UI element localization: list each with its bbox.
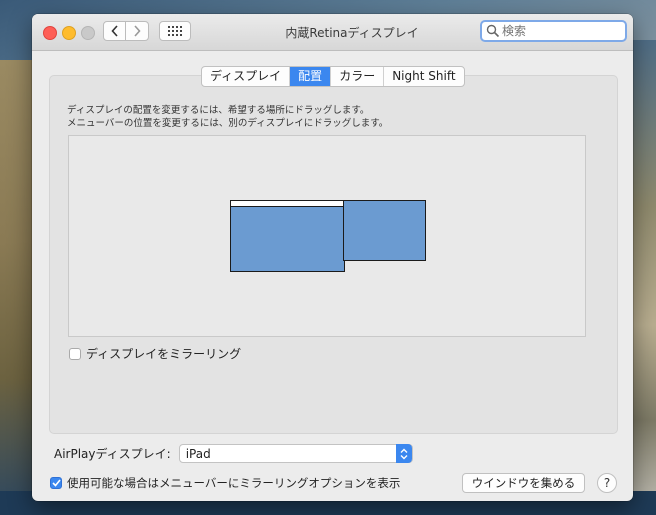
zoom-window-button[interactable] bbox=[81, 26, 95, 40]
arrangement-instructions: ディスプレイの配置を変更するには、希望する場所にドラッグします。 メニューバーの… bbox=[67, 104, 388, 130]
tab-bar: ディスプレイ 配置 カラー Night Shift bbox=[201, 66, 465, 87]
grid-icon bbox=[168, 26, 182, 36]
airplay-selected-value: iPad bbox=[185, 447, 211, 461]
tab-night-shift[interactable]: Night Shift bbox=[384, 67, 463, 86]
airplay-display-row: AirPlayディスプレイ: iPad bbox=[54, 444, 413, 463]
secondary-display-thumbnail[interactable] bbox=[343, 200, 426, 261]
updown-arrows-icon bbox=[395, 444, 412, 463]
chevron-left-icon bbox=[110, 25, 118, 37]
checkmark-icon bbox=[51, 479, 61, 487]
menu-bar-indicator[interactable] bbox=[231, 201, 344, 207]
window-title: 内蔵Retinaディスプレイ bbox=[285, 26, 419, 40]
minimize-window-button[interactable] bbox=[62, 26, 76, 40]
search-input[interactable] bbox=[500, 24, 612, 38]
tab-color[interactable]: カラー bbox=[331, 67, 385, 86]
back-button[interactable] bbox=[103, 21, 126, 41]
mirror-displays-label: ディスプレイをミラーリング bbox=[86, 347, 242, 361]
forward-button[interactable] bbox=[126, 21, 149, 41]
show-mirroring-in-menu-bar-label: 使用可能な場合はメニューバーにミラーリングオプションを表示 bbox=[67, 476, 401, 490]
search-field[interactable] bbox=[480, 20, 627, 42]
chevron-right-icon bbox=[134, 25, 141, 37]
instruction-line-1: ディスプレイの配置を変更するには、希望する場所にドラッグします。 bbox=[67, 105, 370, 116]
mirror-displays-checkbox[interactable] bbox=[69, 347, 81, 360]
tab-arrangement[interactable]: 配置 bbox=[290, 67, 332, 86]
background-cliff-right bbox=[630, 40, 656, 515]
main-display-thumbnail[interactable] bbox=[230, 200, 345, 272]
airplay-display-select[interactable]: iPad bbox=[178, 444, 413, 463]
search-icon bbox=[486, 24, 500, 38]
mirror-displays-option[interactable]: ディスプレイをミラーリング bbox=[69, 345, 241, 362]
gather-windows-button[interactable]: ウインドウを集める bbox=[462, 473, 585, 493]
show-mirroring-in-menu-bar-checkbox[interactable] bbox=[50, 477, 62, 489]
system-preferences-window: 内蔵Retinaディスプレイ ディスプレイ 配置 カラー Night Shift… bbox=[32, 14, 633, 501]
tab-display[interactable]: ディスプレイ bbox=[202, 67, 291, 86]
show-all-button[interactable] bbox=[159, 21, 191, 41]
show-mirroring-in-menu-bar-option[interactable]: 使用可能な場合はメニューバーにミラーリングオプションを表示 bbox=[50, 475, 400, 491]
title-bar: 内蔵Retinaディスプレイ bbox=[32, 14, 633, 51]
display-arrangement-area bbox=[68, 135, 586, 337]
close-window-button[interactable] bbox=[43, 26, 57, 40]
instruction-line-2: メニューバーの位置を変更するには、別のディスプレイにドラッグします。 bbox=[67, 118, 389, 129]
airplay-display-label: AirPlayディスプレイ: bbox=[54, 447, 171, 461]
help-button[interactable]: ? bbox=[597, 473, 617, 493]
